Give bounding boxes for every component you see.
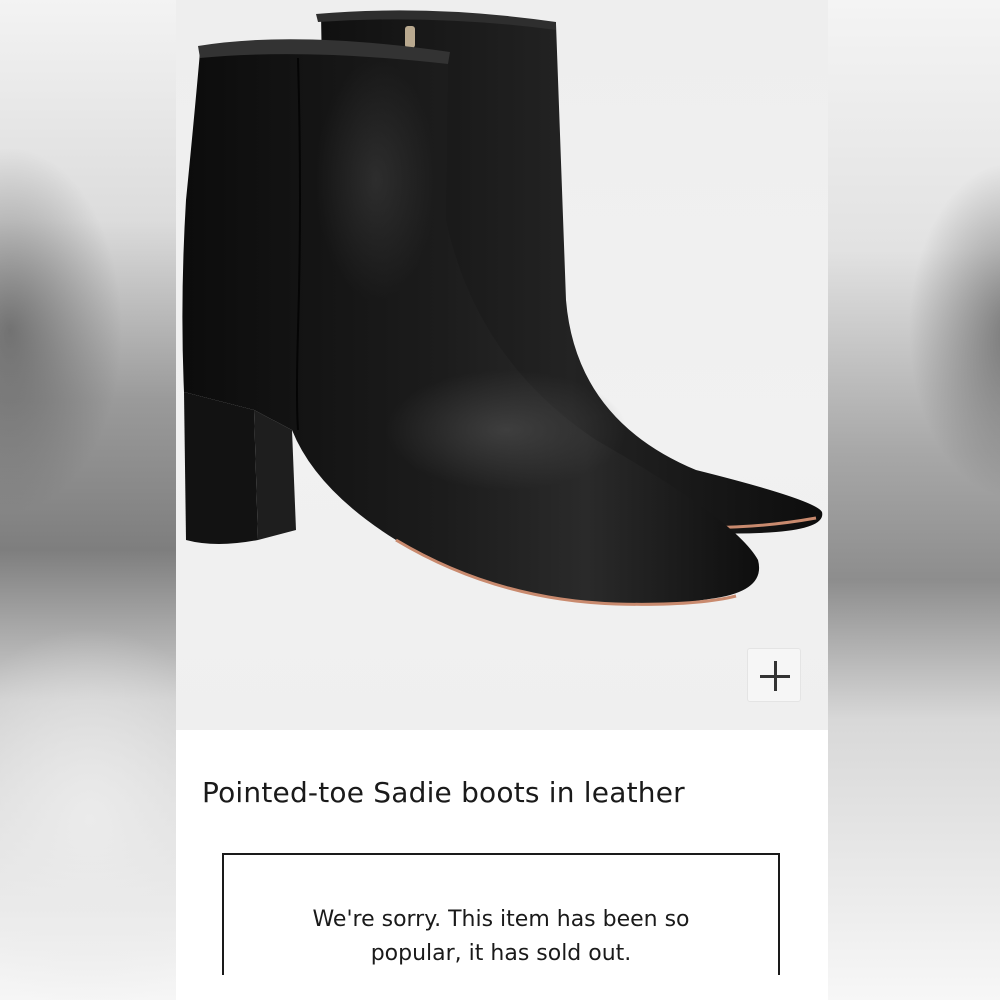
- boots-illustration: [182, 10, 823, 606]
- blurred-background-right: [824, 0, 1000, 1000]
- plus-icon-vertical: [774, 661, 777, 691]
- screenshot-stage: Pointed-toe Sadie boots in leather We're…: [0, 0, 1000, 1000]
- product-image[interactable]: [176, 0, 828, 730]
- sold-out-message: We're sorry. This item has been so popul…: [224, 903, 778, 971]
- zoom-button[interactable]: [747, 648, 801, 702]
- sold-out-line-1: We're sorry. This item has been so: [312, 907, 690, 932]
- sold-out-line-2: popular, it has sold out.: [370, 941, 632, 966]
- product-page: Pointed-toe Sadie boots in leather We're…: [176, 0, 828, 975]
- bottom-edge: [176, 975, 828, 1000]
- sold-out-notice: We're sorry. This item has been so popul…: [222, 853, 780, 975]
- product-title: Pointed-toe Sadie boots in leather: [202, 776, 685, 809]
- blurred-background-left: [0, 0, 176, 1000]
